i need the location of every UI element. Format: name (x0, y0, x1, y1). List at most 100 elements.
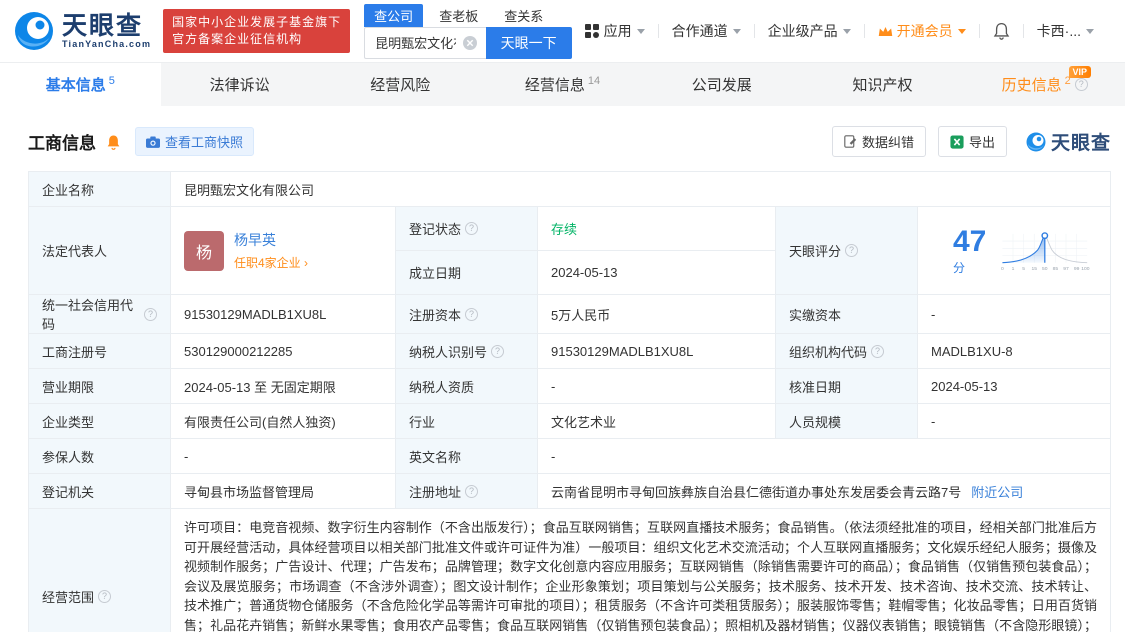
chevron-down-icon (637, 29, 645, 34)
approval-date-value: 2024-05-13 (918, 369, 1111, 404)
legal-rep-positions-link[interactable]: 任职4家企业 › (234, 254, 308, 271)
snapshot-label: 查看工商快照 (165, 132, 243, 151)
export-label: 导出 (969, 132, 995, 151)
table-row: 参保人数 - 英文名称 - (29, 439, 1111, 474)
business-info-table: 企业名称 昆明甄宏文化有限公司 法定代表人 杨 杨早英 任职4家企业 › 登记状… (28, 171, 1111, 632)
tab-label: 知识产权 (852, 74, 912, 95)
tab-history-info[interactable]: VIP 历史信息 2 (964, 63, 1125, 106)
chevron-down-icon (958, 29, 966, 34)
table-row: 经营范围 许可项目：电竞音视频、数字衍生内容制作（不含出版发行）；食品互联网销售… (29, 509, 1111, 632)
taxpayer-id-value: 91530129MADLB1XU8L (538, 334, 776, 369)
reg-number-label: 工商注册号 (29, 334, 171, 369)
english-name-value: - (538, 439, 1111, 474)
help-icon[interactable] (1075, 78, 1088, 91)
reg-authority-label: 登记机关 (29, 474, 171, 509)
business-term-value: 2024-05-13 至 无固定期限 (171, 369, 396, 404)
help-icon[interactable] (871, 345, 884, 358)
logo-eye-icon (12, 9, 56, 53)
reg-capital-label: 注册资本 (396, 295, 538, 334)
help-icon[interactable] (845, 244, 858, 257)
follow-bell-icon[interactable] (106, 134, 121, 150)
search-button[interactable]: 天眼一下 (486, 27, 572, 59)
data-correction-button[interactable]: 数据纠错 (832, 126, 926, 157)
industry-value: 文化艺术业 (538, 404, 776, 439)
company-name-value: 昆明甄宏文化有限公司 (171, 172, 1111, 207)
legal-rep-avatar[interactable]: 杨 (184, 231, 224, 271)
tab-label: 经营风险 (370, 74, 430, 95)
bell-icon (993, 22, 1010, 40)
table-row: 营业期限 2024-05-13 至 无固定期限 纳税人资质 - 核准日期 202… (29, 369, 1111, 404)
certification-badge: 国家中小企业发展子基金旗下 官方备案企业征信机构 (163, 9, 350, 53)
table-row: 企业名称 昆明甄宏文化有限公司 (29, 172, 1111, 207)
table-row: 登记机关 寻甸县市场监督管理局 注册地址 云南省昆明市寻甸回族彝族自治县仁德街道… (29, 474, 1111, 509)
tab-label: 历史信息 (1002, 74, 1062, 95)
excel-export-icon (950, 135, 964, 149)
help-icon[interactable] (465, 308, 478, 321)
svg-text:0: 0 (1001, 265, 1004, 271)
help-icon[interactable] (465, 222, 478, 235)
nav-apps[interactable]: 应用 (572, 21, 658, 41)
nav-cooperation[interactable]: 合作通道 (659, 21, 754, 41)
help-icon[interactable] (144, 308, 157, 321)
user-menu[interactable]: 卡西·... (1024, 21, 1107, 41)
reg-status-label: 登记状态 (396, 207, 538, 251)
search-tab-boss[interactable]: 查老板 (429, 4, 488, 27)
score-label: 天眼评分 (776, 207, 918, 295)
search-area: 查公司 查老板 查关系 天眼一下 (364, 4, 571, 59)
english-name-label: 英文名称 (396, 439, 538, 474)
business-scope-label: 经营范围 (29, 509, 171, 632)
business-info-header: 工商信息 查看工商快照 数据纠错 导出 (0, 106, 1125, 171)
search-tabs: 查公司 查老板 查关系 (364, 4, 571, 27)
svg-text:97: 97 (1063, 265, 1069, 271)
reg-status-value: 存续 (538, 207, 776, 251)
tab-intellectual-property[interactable]: 知识产权 (804, 63, 965, 106)
help-icon[interactable] (98, 590, 111, 603)
correction-label: 数据纠错 (862, 132, 914, 151)
clear-search-icon[interactable] (462, 35, 478, 51)
tab-label: 法律诉讼 (210, 74, 270, 95)
table-row: 法定代表人 杨 杨早英 任职4家企业 › 登记状态 存续 天眼评分 47 分 (29, 207, 1111, 251)
insured-count-value: - (171, 439, 396, 474)
help-icon[interactable] (465, 485, 478, 498)
view-snapshot-button[interactable]: 查看工商快照 (135, 127, 254, 156)
legal-rep-name-link[interactable]: 杨早英 (234, 230, 308, 250)
tab-company-development[interactable]: 公司发展 (643, 63, 804, 106)
svg-text:99: 99 (1074, 265, 1080, 271)
company-type-label: 企业类型 (29, 404, 171, 439)
nav-enterprise-label: 企业级产品 (768, 21, 838, 41)
notifications-bell[interactable] (980, 22, 1023, 40)
tab-badge: 5 (109, 75, 115, 87)
nav-open-vip[interactable]: 开通会员 (865, 21, 979, 41)
apps-grid-icon (585, 24, 599, 38)
tianyancha-logo[interactable]: 天眼查 TianYanCha.com (12, 9, 151, 53)
table-row: 企业类型 有限责任公司(自然人独资) 行业 文化艺术业 人员规模 - (29, 404, 1111, 439)
search-tab-relation[interactable]: 查关系 (494, 4, 553, 27)
tab-operation-risk[interactable]: 经营风险 (321, 63, 482, 106)
tab-operation-info[interactable]: 经营信息 14 (482, 63, 643, 106)
export-button[interactable]: 导出 (938, 126, 1007, 157)
taxpayer-id-label: 纳税人识别号 (396, 334, 538, 369)
tab-basic-info[interactable]: 基本信息 5 (0, 63, 161, 106)
approval-date-label: 核准日期 (776, 369, 918, 404)
tab-legal-proceedings[interactable]: 法律诉讼 (161, 63, 322, 106)
logo-text: 天眼查 TianYanCha.com (62, 13, 151, 49)
section-title: 工商信息 (28, 129, 96, 154)
reg-address-value: 云南省昆明市寻甸回族彝族自治县仁德街道办事处东发居委会青云路7号 附近公司 (538, 474, 1111, 509)
taxpayer-quality-value: - (538, 369, 776, 404)
chevron-down-icon (1086, 29, 1094, 34)
insured-count-label: 参保人数 (29, 439, 171, 474)
username: 卡西·... (1037, 21, 1081, 41)
chevron-down-icon (843, 29, 851, 34)
logo-eye-icon (1025, 131, 1047, 153)
search-tab-company[interactable]: 查公司 (364, 4, 423, 27)
tab-label: 经营信息 (525, 74, 585, 95)
reg-capital-value: 5万人民币 (538, 295, 776, 334)
help-icon[interactable] (491, 345, 504, 358)
table-row: 工商注册号 530129000212285 纳税人识别号 91530129MAD… (29, 334, 1111, 369)
nav-apps-label: 应用 (604, 21, 632, 41)
nav-enterprise-products[interactable]: 企业级产品 (755, 21, 864, 41)
nearby-companies-link[interactable]: 附近公司 (971, 482, 1023, 501)
svg-text:85: 85 (1053, 265, 1059, 271)
table-row: 统一社会信用代码 91530129MADLB1XU8L 注册资本 5万人民币 实… (29, 295, 1111, 334)
org-code-label: 组织机构代码 (776, 334, 918, 369)
